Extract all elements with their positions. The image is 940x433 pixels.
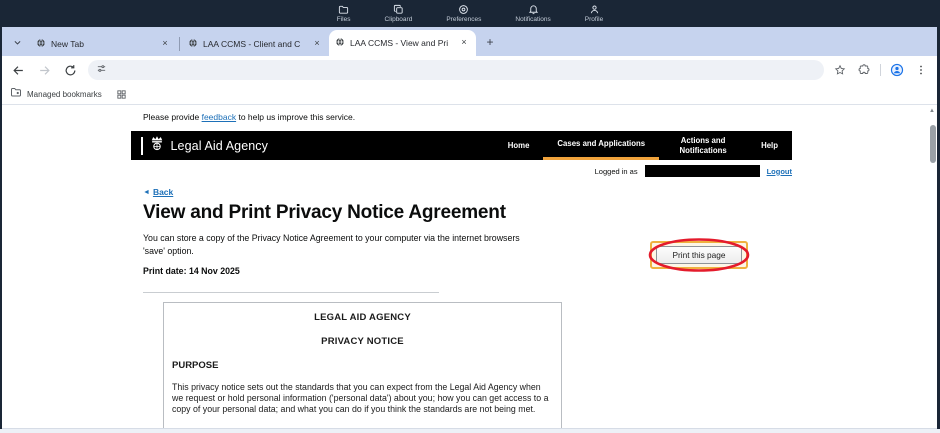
- scrollbar-thumb[interactable]: [930, 125, 936, 163]
- notifications-label: Notifications: [515, 16, 550, 23]
- royal-crest-icon: [148, 134, 166, 157]
- page-scrollbar[interactable]: ▲: [927, 105, 937, 429]
- person-icon: [589, 4, 600, 15]
- folder-icon: [338, 4, 349, 15]
- logout-link[interactable]: Logout: [767, 167, 792, 176]
- tab-ccms-client[interactable]: LAA CCMS - Client and C ×: [182, 31, 329, 56]
- back-triangle-icon: ◄: [143, 189, 150, 196]
- globe-icon: [335, 37, 345, 49]
- document-heading-1: LEGAL AID AGENCY: [164, 312, 561, 323]
- bookmarks-bar: Managed bookmarks: [2, 84, 937, 105]
- close-icon[interactable]: ×: [458, 37, 470, 49]
- bell-icon: [528, 4, 539, 15]
- clipboard-button[interactable]: Clipboard: [385, 4, 413, 23]
- window-left-edge: [0, 27, 2, 429]
- page-viewport: Please provide feedback to help us impro…: [2, 105, 937, 429]
- apps-grid-icon[interactable]: [116, 89, 127, 100]
- scroll-up-arrow[interactable]: ▲: [928, 107, 936, 115]
- brand[interactable]: Legal Aid Agency: [141, 131, 268, 160]
- toolbar-divider: [880, 64, 881, 76]
- nav-cases-applications[interactable]: Cases and Applications: [543, 131, 659, 160]
- toolbar-right: [832, 62, 929, 78]
- privacy-notice-document: LEGAL AID AGENCY PRIVACY NOTICE PURPOSE …: [163, 302, 562, 429]
- gear-icon: [458, 4, 469, 15]
- managed-bookmarks[interactable]: Managed bookmarks: [10, 85, 102, 103]
- tune-icon: [96, 61, 107, 79]
- page-title: View and Print Privacy Notice Agreement: [143, 202, 506, 224]
- app-toolbar: Files Clipboard Preferences Notification…: [0, 0, 940, 27]
- tab-ccms-view-print[interactable]: LAA CCMS - View and Pri ×: [329, 30, 476, 56]
- notifications-button[interactable]: Notifications: [515, 4, 550, 23]
- nav-help[interactable]: Help: [747, 131, 792, 160]
- feedback-prefix: Please provide: [143, 112, 202, 122]
- files-label: Files: [337, 16, 351, 23]
- managed-bookmarks-label: Managed bookmarks: [27, 90, 102, 99]
- back-link[interactable]: ◄ Back: [143, 187, 173, 197]
- browser-toolbar: [2, 56, 937, 84]
- site-nav: Home Cases and Applications Actions and …: [494, 131, 792, 160]
- org-name: Legal Aid Agency: [171, 139, 269, 153]
- back-button[interactable]: [8, 60, 28, 80]
- managed-folder-icon: [10, 85, 22, 103]
- extensions-icon[interactable]: [856, 62, 872, 78]
- nav-home[interactable]: Home: [494, 131, 544, 160]
- window-bottom-edge: [0, 428, 940, 433]
- new-tab-button[interactable]: +: [482, 35, 498, 51]
- feedback-link[interactable]: feedback: [202, 112, 237, 122]
- brand-divider: [141, 137, 143, 155]
- tab-title: New Tab: [51, 39, 159, 49]
- site-header: Legal Aid Agency Home Cases and Applicat…: [131, 131, 792, 160]
- clipboard-label: Clipboard: [385, 16, 413, 23]
- logged-in-label: Logged in as: [595, 167, 638, 176]
- files-button[interactable]: Files: [337, 4, 351, 23]
- feedback-banner: Please provide feedback to help us impro…: [143, 112, 355, 122]
- tab-title: LAA CCMS - Client and C: [203, 39, 311, 49]
- tab-strip: New Tab × LAA CCMS - Client and C × LAA …: [0, 27, 940, 56]
- feedback-suffix: to help us improve this service.: [236, 112, 355, 122]
- tab-title: LAA CCMS - View and Pri: [350, 38, 458, 48]
- tab-search-button[interactable]: [4, 31, 30, 53]
- preferences-label: Preferences: [446, 16, 481, 23]
- tab-separator: [179, 37, 180, 51]
- nav-actions-notifications[interactable]: Actions and Notifications: [659, 131, 747, 160]
- intro-text: You can store a copy of the Privacy Noti…: [143, 232, 535, 257]
- section-divider: [143, 292, 439, 293]
- close-icon[interactable]: ×: [159, 38, 171, 50]
- bookmark-star-icon[interactable]: [832, 62, 848, 78]
- profile-button[interactable]: Profile: [585, 4, 603, 23]
- profile-avatar[interactable]: [889, 62, 905, 78]
- forward-button[interactable]: [34, 60, 54, 80]
- print-this-page-button[interactable]: Print this page: [656, 246, 742, 264]
- profile-label: Profile: [585, 16, 603, 23]
- preferences-button[interactable]: Preferences: [446, 4, 481, 23]
- address-bar[interactable]: [88, 60, 824, 80]
- print-button-area: Print this page: [647, 235, 753, 275]
- document-body-text: This privacy notice sets out the standar…: [172, 382, 549, 414]
- reload-button[interactable]: [60, 60, 80, 80]
- print-date: Print date: 14 Nov 2025: [143, 266, 240, 276]
- menu-dots-icon[interactable]: [913, 62, 929, 78]
- clipboard-icon: [393, 4, 404, 15]
- tab-new-tab[interactable]: New Tab ×: [30, 31, 177, 56]
- globe-icon: [188, 38, 198, 50]
- close-icon[interactable]: ×: [311, 38, 323, 50]
- redacted-username: [645, 165, 760, 177]
- globe-icon: [36, 38, 46, 50]
- back-label: Back: [153, 187, 173, 197]
- document-heading-2: PRIVACY NOTICE: [164, 336, 561, 347]
- document-section-heading: PURPOSE: [172, 360, 561, 371]
- browser-window: Files Clipboard Preferences Notification…: [0, 0, 940, 433]
- logged-in-row: Logged in as Logout: [143, 165, 792, 177]
